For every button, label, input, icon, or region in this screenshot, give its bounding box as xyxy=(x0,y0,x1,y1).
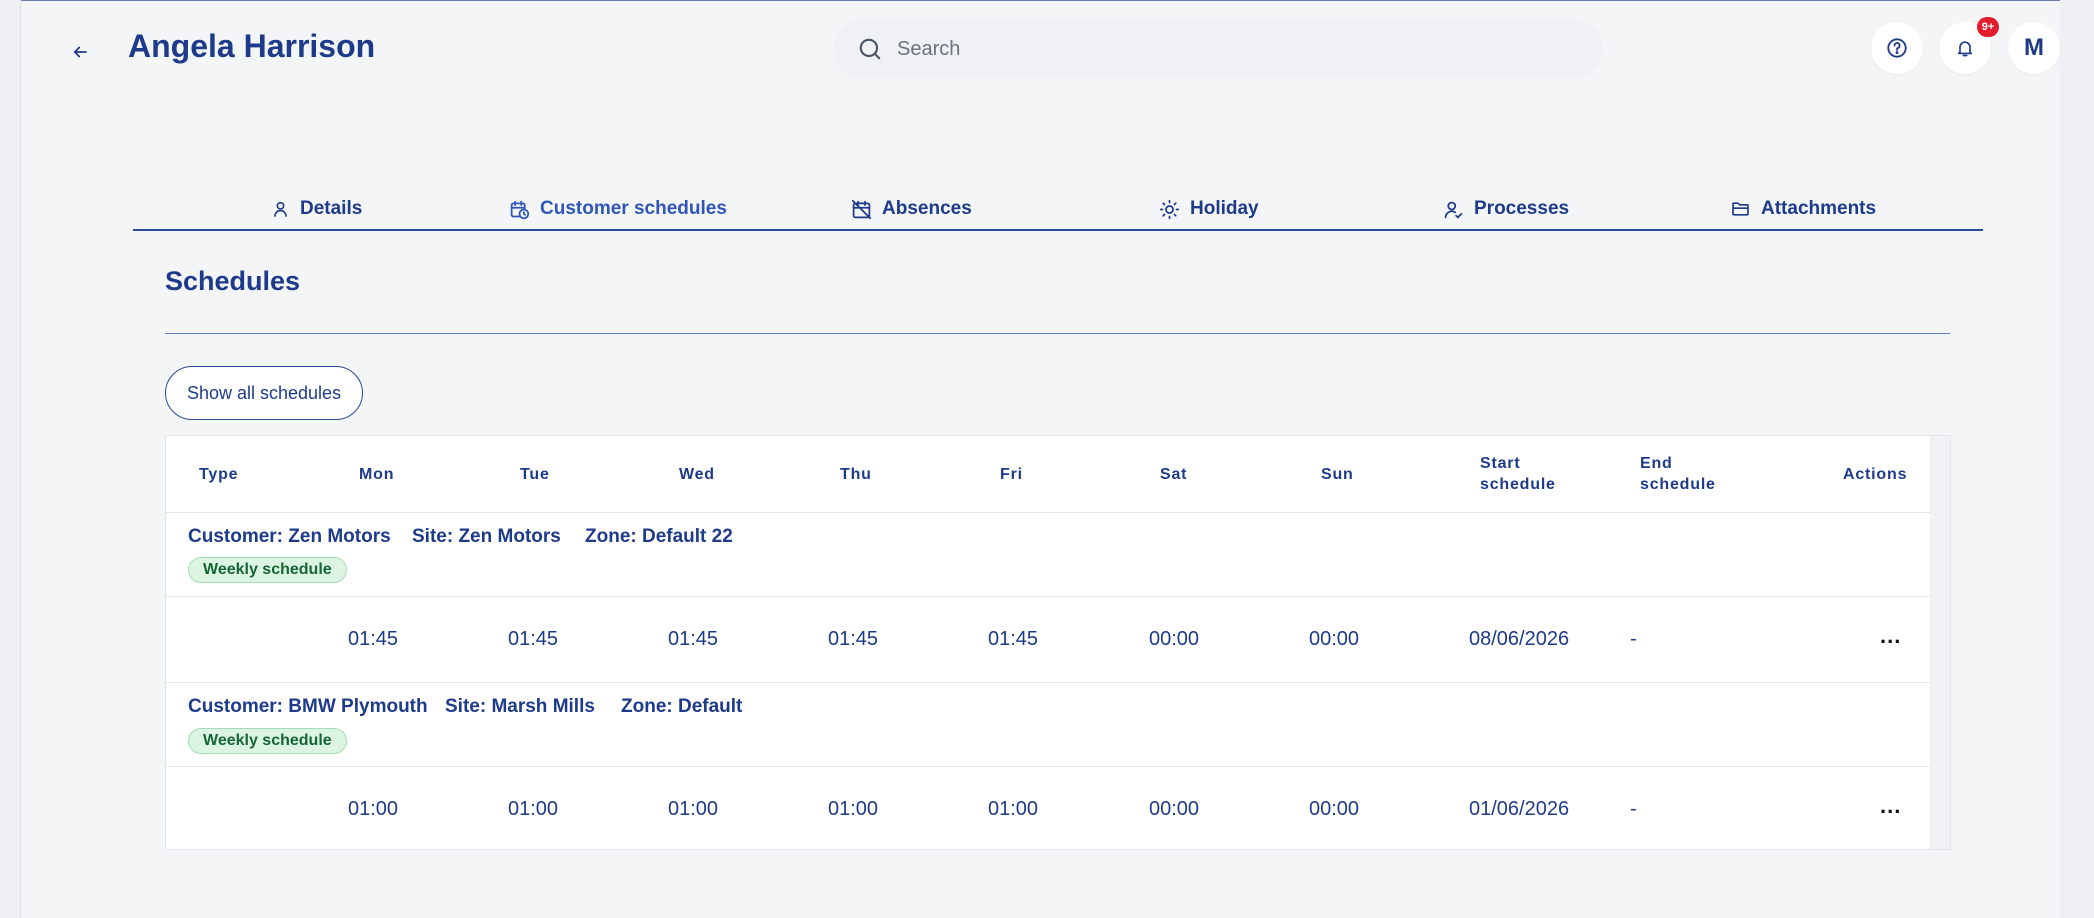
col-end-line1: End xyxy=(1640,455,1673,472)
cell-start-date: 08/06/2026 xyxy=(1469,628,1570,650)
section-title: Schedules xyxy=(165,266,301,296)
table-row[interactable]: 01:45 01:45 01:45 01:45 01:45 00:00 00:0… xyxy=(166,597,1931,683)
bell-icon xyxy=(1957,41,1973,57)
cell-wed: 01:45 xyxy=(668,628,719,650)
cell-thu: 01:45 xyxy=(828,628,879,650)
tab-attachments[interactable]: Attachments xyxy=(1730,198,1876,220)
tab-label: Details xyxy=(300,198,363,219)
cell-sun: 00:00 xyxy=(1309,798,1360,820)
cell-sat: 00:00 xyxy=(1149,798,1200,820)
cell-mon: 01:00 xyxy=(348,798,399,820)
tab-label: Customer schedules xyxy=(540,198,727,219)
col-start-line2: schedule xyxy=(1480,476,1556,493)
row-actions-menu[interactable]: ... xyxy=(1880,793,1901,819)
avatar[interactable]: M xyxy=(2008,22,2060,74)
right-scrollbar[interactable] xyxy=(2060,0,2094,918)
col-tue: Tue xyxy=(520,466,550,483)
user-icon xyxy=(274,201,287,217)
cell-end-date: - xyxy=(1630,798,1637,820)
cell-start-date: 01/06/2026 xyxy=(1469,798,1570,820)
tab-label: Holiday xyxy=(1190,198,1259,219)
col-end-line2: schedule xyxy=(1640,476,1716,493)
tab-absences[interactable]: Absences xyxy=(851,198,972,220)
table-scrollbar[interactable] xyxy=(1930,436,1950,849)
divider xyxy=(165,333,1950,334)
col-fri: Fri xyxy=(1000,466,1023,483)
cell-tue: 01:00 xyxy=(508,798,559,820)
search-input[interactable] xyxy=(897,37,1497,61)
customer-label: Customer: Zen Motors xyxy=(188,526,391,547)
col-mon: Mon xyxy=(359,466,395,483)
schedules-table: Type Mon Tue Wed Thu Fri Sat Sun Start s… xyxy=(165,435,1951,850)
cell-fri: 01:45 xyxy=(988,628,1039,650)
site-label: Site: Zen Motors xyxy=(412,526,561,547)
cell-sat: 00:00 xyxy=(1149,628,1200,650)
schedule-type-badge: Weekly schedule xyxy=(188,557,347,583)
col-thu: Thu xyxy=(840,466,872,483)
left-rail xyxy=(0,0,21,918)
cell-thu: 01:00 xyxy=(828,798,879,820)
user-check-icon xyxy=(1444,201,1463,219)
tab-holiday[interactable]: Holiday xyxy=(1159,198,1259,220)
sun-icon xyxy=(1159,199,1180,219)
tab-label: Absences xyxy=(882,198,972,219)
cell-tue: 01:45 xyxy=(508,628,559,650)
calendar-clock-icon xyxy=(510,200,530,219)
table-row[interactable]: 01:00 01:00 01:00 01:00 01:00 00:00 00:0… xyxy=(166,767,1931,853)
back-button[interactable] xyxy=(64,36,96,68)
tab-details[interactable]: Details xyxy=(271,198,362,220)
tab-label: Attachments xyxy=(1761,198,1877,219)
col-type: Type xyxy=(199,466,239,483)
calendar-off-icon xyxy=(851,199,872,219)
page-title: Angela Harrison xyxy=(128,28,376,64)
col-sat: Sat xyxy=(1160,466,1188,483)
cell-sun: 00:00 xyxy=(1309,628,1360,650)
col-wed: Wed xyxy=(679,466,715,483)
top-border xyxy=(0,0,2094,1)
col-end-schedule: End schedule xyxy=(1640,453,1716,495)
folder-icon xyxy=(1732,202,1749,216)
table-header: Type Mon Tue Wed Thu Fri Sat Sun Start s… xyxy=(166,436,1931,513)
row-actions-menu[interactable]: ... xyxy=(1880,623,1901,649)
search-bar[interactable] xyxy=(833,20,1603,78)
search-icon xyxy=(859,38,881,60)
cell-end-date: - xyxy=(1630,628,1637,650)
schedule-group-header: Customer: Zen Motors Site: Zen Motors Zo… xyxy=(166,513,1931,597)
schedule-group-header: Customer: BMW Plymouth Site: Marsh Mills… xyxy=(166,683,1931,767)
tab-processes[interactable]: Processes xyxy=(1443,198,1569,220)
schedule-type-badge: Weekly schedule xyxy=(188,728,347,754)
tab-bar: Details Customer schedules Absences Holi… xyxy=(133,190,1983,231)
site-label: Site: Marsh Mills xyxy=(445,696,595,717)
tab-customer-schedules[interactable]: Customer schedules xyxy=(509,198,727,220)
tab-label: Processes xyxy=(1474,198,1570,219)
cell-wed: 01:00 xyxy=(668,798,719,820)
cell-fri: 01:00 xyxy=(988,798,1039,820)
zone-label: Zone: Default 22 xyxy=(585,526,733,547)
zone-label: Zone: Default xyxy=(621,696,743,717)
cell-mon: 01:45 xyxy=(348,628,399,650)
col-actions: Actions xyxy=(1843,466,1908,483)
col-start-schedule: Start schedule xyxy=(1480,453,1556,495)
col-start-line1: Start xyxy=(1480,455,1521,472)
col-sun: Sun xyxy=(1321,466,1354,483)
customer-label: Customer: BMW Plymouth xyxy=(188,696,428,717)
notification-badge: 9+ xyxy=(1977,17,1999,37)
show-all-schedules-button[interactable]: Show all schedules xyxy=(165,366,363,420)
help-circle-icon xyxy=(1887,38,1907,58)
help-button[interactable] xyxy=(1871,22,1923,74)
arrow-left-icon xyxy=(73,46,87,58)
